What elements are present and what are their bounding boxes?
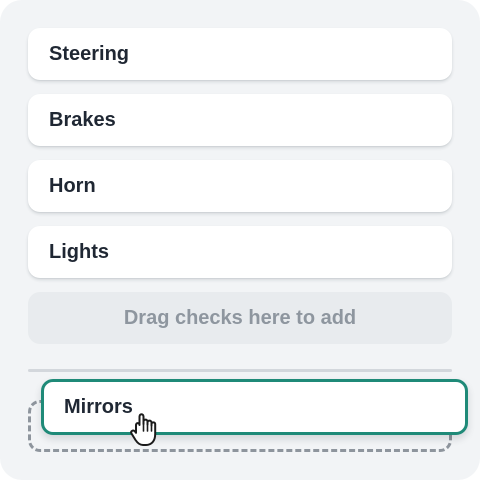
check-item-label: Brakes: [49, 108, 116, 131]
check-item-label: Horn: [49, 174, 96, 197]
check-item-label: Mirrors: [64, 395, 133, 418]
check-item-steering[interactable]: Steering: [28, 28, 452, 80]
check-item-lights[interactable]: Lights: [28, 226, 452, 278]
dragging-check-item-mirrors[interactable]: Mirrors: [41, 379, 468, 435]
check-item-label: Steering: [49, 42, 130, 65]
check-list: Steering Brakes Horn Lights Drag checks …: [28, 28, 452, 344]
drop-zone[interactable]: Drag checks here to add: [28, 292, 452, 344]
section-divider: [28, 369, 452, 372]
checklist-panel: Steering Brakes Horn Lights Drag checks …: [0, 0, 480, 480]
drop-zone-hint: Drag checks here to add: [123, 306, 357, 329]
check-item-horn[interactable]: Horn: [28, 160, 452, 212]
check-item-brakes[interactable]: Brakes: [28, 94, 452, 146]
check-item-label: Lights: [49, 240, 109, 263]
